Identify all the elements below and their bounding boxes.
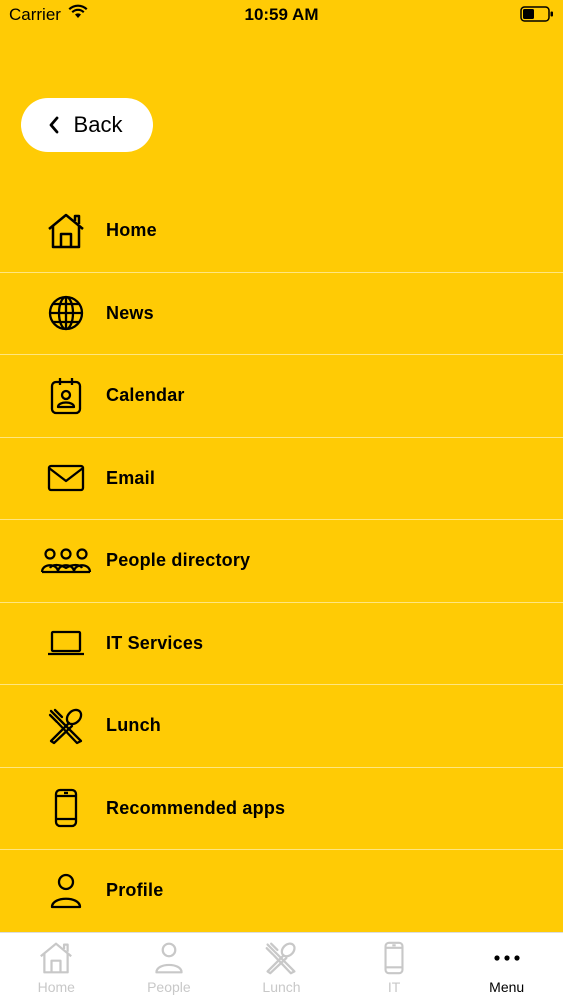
tab-home[interactable]: Home xyxy=(0,933,113,1000)
more-dots-icon xyxy=(490,941,524,975)
tab-label: People xyxy=(147,979,191,995)
battery-icon xyxy=(520,6,554,27)
menu-item-label: Email xyxy=(106,467,156,488)
menu-item-it-services[interactable]: IT Services xyxy=(0,603,563,685)
calendar-badge-icon xyxy=(40,374,92,418)
menu-item-calendar[interactable]: Calendar xyxy=(0,355,563,438)
menu-item-home[interactable]: Home xyxy=(0,190,563,273)
status-bar: Carrier 10:59 AM xyxy=(0,0,563,30)
person-icon xyxy=(153,941,185,975)
back-button-label: Back xyxy=(73,112,123,137)
menu-item-lunch[interactable]: Lunch xyxy=(0,685,563,768)
menu-list: Home News Calendar Email People director… xyxy=(0,190,563,933)
user-icon xyxy=(40,869,92,913)
menu-item-label: Recommended apps xyxy=(106,797,286,818)
back-button[interactable]: Back xyxy=(21,98,153,152)
tab-label: Menu xyxy=(489,979,525,995)
tab-menu[interactable]: Menu xyxy=(450,933,563,1000)
menu-item-email[interactable]: Email xyxy=(0,438,563,520)
menu-item-news[interactable]: News xyxy=(0,273,563,355)
people-icon xyxy=(40,539,92,583)
menu-item-label: IT Services xyxy=(106,632,204,653)
tab-label: Lunch xyxy=(262,979,301,995)
menu-item-label: Calendar xyxy=(106,385,185,406)
envelope-icon xyxy=(40,456,92,500)
menu-item-label: Home xyxy=(106,220,157,241)
home-icon xyxy=(38,941,74,975)
phone-icon xyxy=(383,941,405,975)
menu-item-label: News xyxy=(106,302,154,323)
phone-icon xyxy=(40,786,92,830)
laptop-icon xyxy=(40,621,92,665)
tab-lunch[interactable]: Lunch xyxy=(225,933,338,1000)
menu-item-label: Profile xyxy=(106,880,164,901)
home-icon xyxy=(40,209,92,253)
globe-icon xyxy=(40,291,92,335)
clock: 10:59 AM xyxy=(244,5,319,24)
menu-item-label: People directory xyxy=(106,550,251,571)
utensils-icon xyxy=(40,704,92,748)
menu-item-recommended-apps[interactable]: Recommended apps xyxy=(0,768,563,850)
tab-people[interactable]: People xyxy=(113,933,226,1000)
tab-label: IT xyxy=(387,979,401,995)
tab-bar: Home People Lunch IT Menu xyxy=(0,932,563,1000)
utensils-icon xyxy=(264,941,298,975)
menu-item-people-directory[interactable]: People directory xyxy=(0,520,563,603)
chevron-left-icon xyxy=(48,116,60,134)
menu-item-label: Lunch xyxy=(106,715,161,736)
tab-it[interactable]: IT xyxy=(338,933,451,1000)
menu-item-profile[interactable]: Profile xyxy=(0,850,563,933)
tab-label: Home xyxy=(37,979,75,995)
